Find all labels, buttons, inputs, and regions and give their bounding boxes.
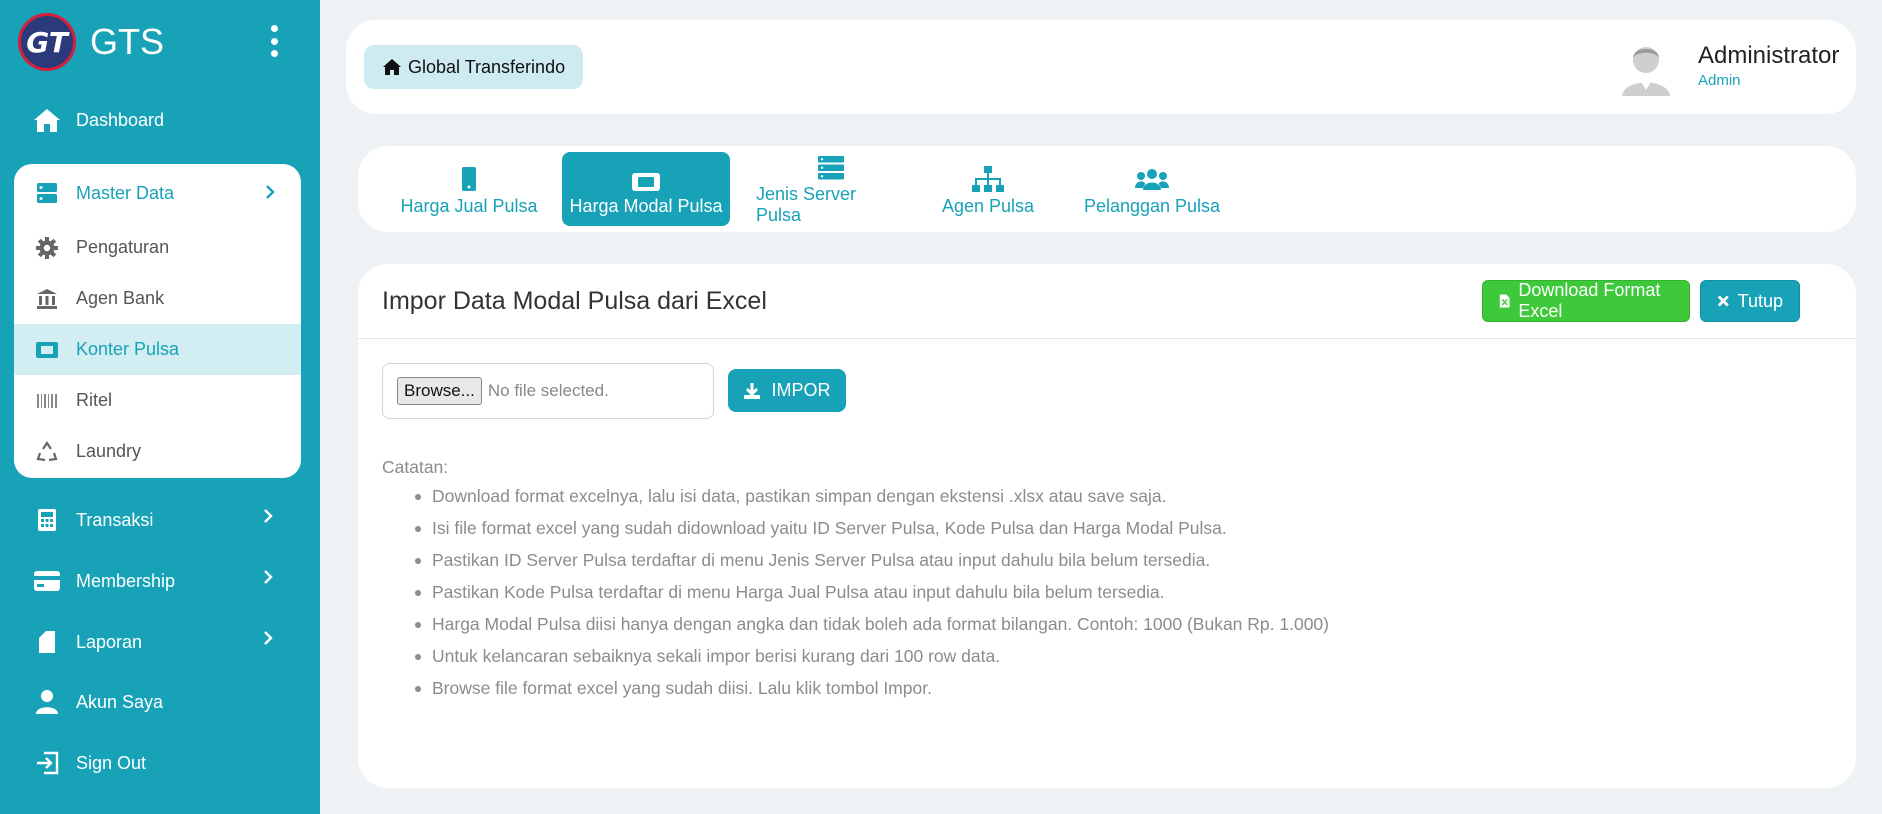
book-icon [32,627,62,657]
divider [358,338,1856,339]
sidebar-item-pengaturan[interactable]: Pengaturan [14,222,301,273]
page-title: Impor Data Modal Pulsa dari Excel [382,287,767,315]
avatar[interactable] [1616,38,1676,98]
list-item: Isi file format excel yang sudah didownl… [408,517,1329,549]
ticket-icon [631,162,661,192]
sidebar-item-label: Akun Saya [76,691,164,712]
breadcrumb-label: Global Transferindo [408,56,566,77]
tab-label: Harga Modal Pulsa [569,195,723,216]
tab-harga-modal-pulsa[interactable]: Harga Modal Pulsa [562,152,730,226]
sidebar-item-label: Pengaturan [76,237,170,257]
chevron-right-icon [263,630,273,651]
logo: GT [18,13,76,71]
button-label: Download Format Excel [1518,280,1661,321]
users-icon [1135,162,1169,192]
submenu-master-data: Master Data Pengaturan Agen Bank Konter … [14,164,301,478]
tab-label: Jenis Server Pulsa [756,184,857,225]
sidebar-item-label: Ritel [76,390,113,410]
button-label: Tutup [1737,290,1783,311]
close-icon [1717,295,1729,307]
sidebar-item-label: Membership [76,570,176,591]
sidebar-item-sign-out[interactable]: Sign Out [14,737,301,789]
notes-list: Download format excelnya, lalu isi data,… [408,485,1329,709]
more-menu-icon[interactable] [270,25,278,57]
close-button[interactable]: Tutup [1700,280,1800,322]
sidebar-item-laporan[interactable]: Laporan [14,616,301,668]
sign-out-icon [32,748,62,778]
ticket-icon [32,335,62,365]
chevron-right-icon [263,508,273,529]
file-excel-icon [1499,294,1510,308]
calculator-icon [32,505,62,535]
user-icon [32,687,62,717]
sidebar-item-transaksi[interactable]: Transaksi [14,494,301,546]
download-format-excel-button[interactable]: Download Format Excel [1482,280,1690,322]
tab-label: Harga Jual Pulsa [400,195,538,216]
import-card: Impor Data Modal Pulsa dari Excel Downlo… [358,264,1856,788]
sidebar-item-konter-pulsa[interactable]: Konter Pulsa [14,324,301,375]
list-item: Untuk kelancaran sebaiknya sekali impor … [408,645,1329,677]
browse-button[interactable]: Browse... [397,377,482,405]
sidebar-item-agen-bank[interactable]: Agen Bank [14,273,301,324]
tab-label: Pelanggan Pulsa [1083,195,1221,216]
bank-icon [32,284,62,314]
sidebar-item-membership[interactable]: Membership [14,555,301,607]
tab-agen-pulsa[interactable]: Agen Pulsa [938,152,1038,226]
sidebar-item-label: Dashboard [76,109,165,130]
sidebar-item-label: Transaksi [76,509,154,530]
list-item: Harga Modal Pulsa diisi hanya dengan ang… [408,613,1329,645]
sidebar-item-label: Laporan [76,631,143,652]
list-item: Download format excelnya, lalu isi data,… [408,485,1329,517]
credit-card-icon [32,566,62,596]
tab-bar: Harga Jual Pulsa Harga Modal Pulsa Jenis… [358,146,1856,232]
file-input-status: No file selected. [487,381,609,400]
gear-icon [32,233,62,263]
user-name: Administrator [1698,42,1840,69]
sidebar-item-label: Sign Out [76,752,147,773]
server-icon [818,152,844,180]
top-header: Global Transferindo Administrator Admin [346,20,1856,114]
user-role: Admin [1698,72,1741,89]
chevron-right-icon [263,569,273,590]
chevron-right-icon [265,184,275,205]
import-button[interactable]: IMPOR [728,369,846,412]
list-item: Pastikan Kode Pulsa terdaftar di menu Ha… [408,581,1329,613]
file-input[interactable]: Browse... No file selected. [382,363,714,419]
list-item: Browse file format excel yang sudah diis… [408,677,1329,709]
recycle-icon [32,437,62,467]
download-icon [744,382,761,399]
sidebar-item-label: Agen Bank [76,288,165,308]
mobile-icon [461,162,477,192]
notes-label: Catatan: [382,457,449,477]
sidebar-item-master-data[interactable]: Master Data [14,164,301,222]
tab-harga-jual-pulsa[interactable]: Harga Jual Pulsa [392,152,546,226]
sidebar-item-label: Master Data [76,182,175,203]
button-label: IMPOR [771,380,831,400]
tab-jenis-server-pulsa[interactable]: Jenis Server Pulsa [756,152,906,226]
sidebar-item-laundry[interactable]: Laundry [14,426,301,477]
brand[interactable]: GT GTS [18,12,164,72]
sidebar: GT GTS Dashboard Master Data Pengaturan [0,0,320,814]
server-icon [32,178,62,208]
sidebar-item-akun-saya[interactable]: Akun Saya [14,676,301,728]
tab-label: Agen Pulsa [941,195,1035,216]
sitemap-icon [972,162,1004,192]
sidebar-item-ritel[interactable]: Ritel [14,375,301,426]
sidebar-item-dashboard[interactable]: Dashboard [14,94,301,146]
tab-pelanggan-pulsa[interactable]: Pelanggan Pulsa [1080,152,1224,226]
barcode-icon [32,386,62,416]
list-item: Pastikan ID Server Pulsa terdaftar di me… [408,549,1329,581]
sidebar-item-label: Konter Pulsa [76,339,180,359]
sidebar-item-label: Laundry [76,441,142,461]
breadcrumb[interactable]: Global Transferindo [364,45,584,89]
brand-name: GTS [90,21,165,62]
home-icon [383,59,401,75]
home-icon [32,105,62,135]
